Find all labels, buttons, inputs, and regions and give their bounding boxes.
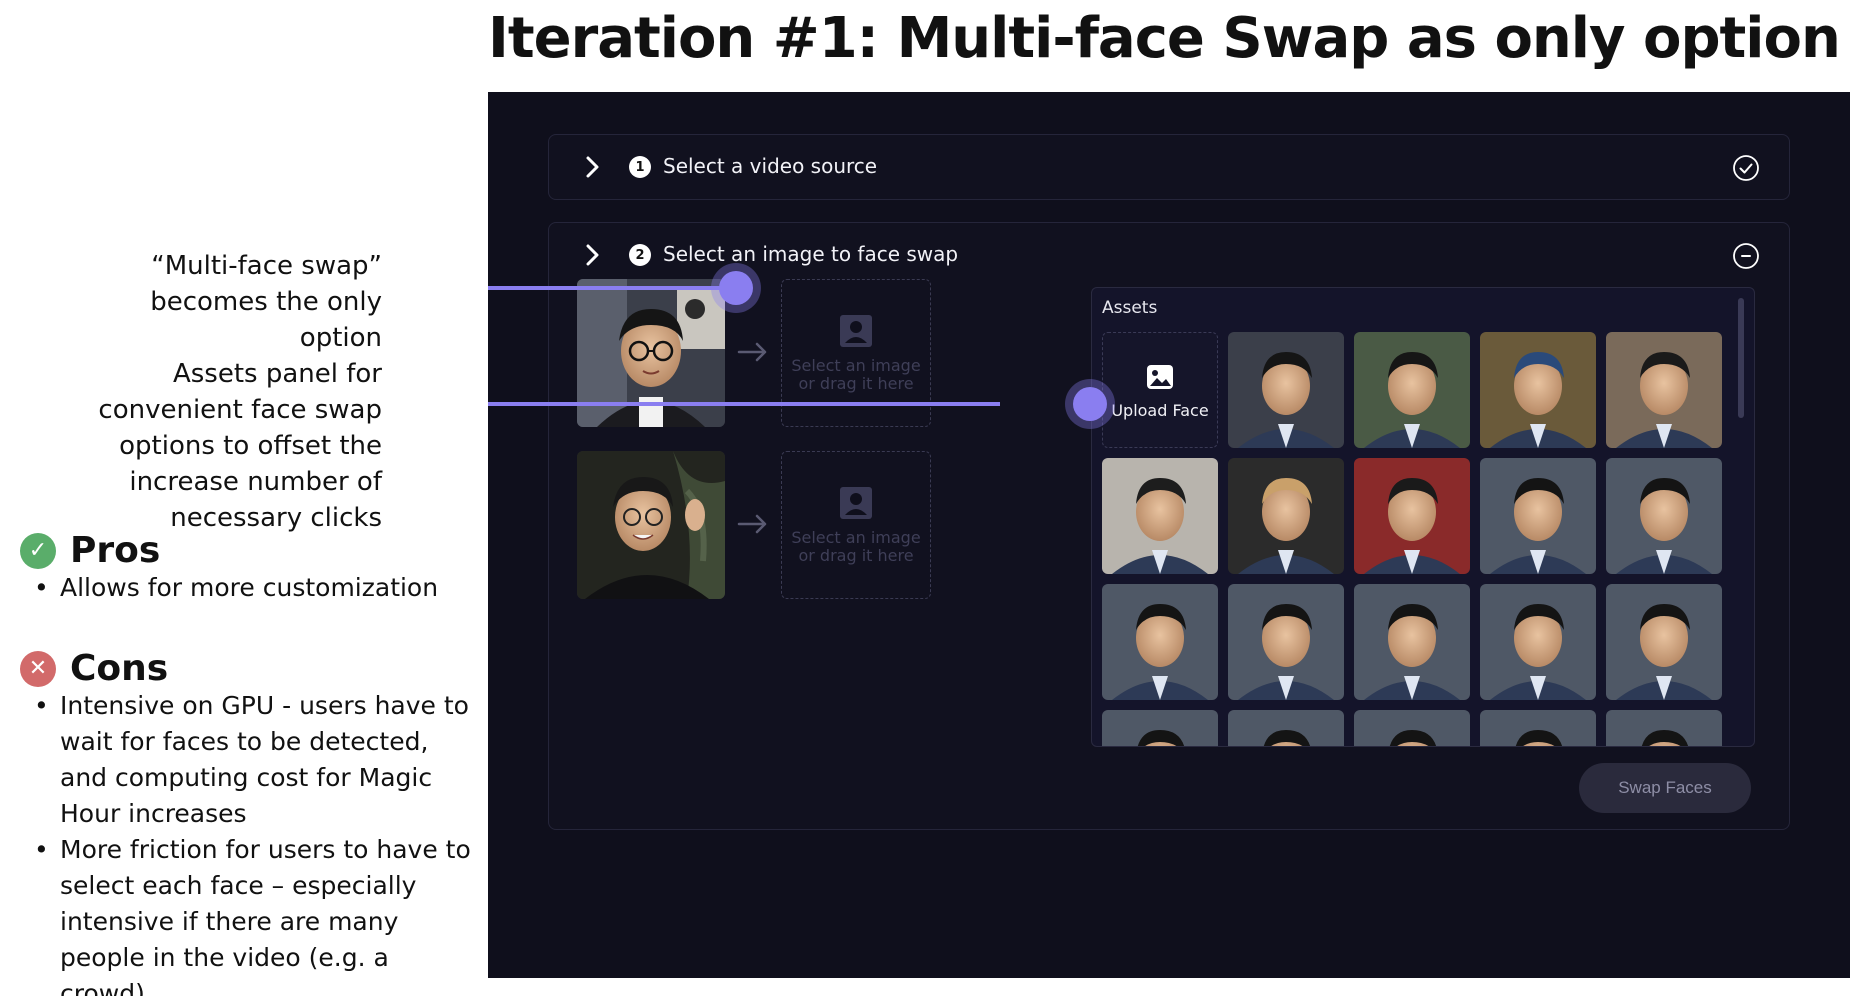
arrow-right-icon [737,514,767,534]
pros-heading: ✓ Pros [20,530,160,571]
step-select-image[interactable]: 2 Select an image to face swap Select an… [548,222,1790,830]
chevron-right-icon[interactable] [577,240,607,270]
asset-face-thumbnail[interactable] [1606,458,1722,574]
asset-face-thumbnail[interactable] [1228,458,1344,574]
detected-face-row: Select an image or drag it here [577,451,937,601]
asset-face-thumbnail[interactable] [1102,710,1218,746]
annotation-marker [1073,387,1107,421]
image-icon [1147,364,1173,389]
assets-title: Assets [1102,298,1158,318]
asset-face-thumbnail[interactable] [1606,332,1722,448]
upload-face-button[interactable]: Upload Face [1102,332,1218,448]
swap-faces-button[interactable]: Swap Faces [1579,763,1751,813]
annotation-assets-panel: Assets panel for convenient face swap op… [98,359,382,533]
check-icon: ✓ [20,532,56,569]
person-icon [840,487,872,519]
annotation-multi-face: “Multi-face swap” becomes the only optio… [150,251,382,353]
pros-item: Allows for more customization [32,570,472,606]
asset-face-thumbnail[interactable] [1480,710,1596,746]
asset-face-thumbnail[interactable] [1480,584,1596,700]
asset-face-thumbnail[interactable] [1606,584,1722,700]
step-number: 1 [629,156,651,178]
dropzone-text: Select an image or drag it here [791,356,921,393]
minus-circle-icon[interactable] [1731,241,1761,271]
assets-panel: Assets Upload Face [1091,287,1755,747]
cons-list: Intensive on GPU - users have to wait fo… [32,688,472,996]
annotation-connector-line [488,402,1000,406]
step-select-video[interactable]: 1 Select a video source [548,134,1790,200]
assets-scrollbar[interactable] [1738,298,1744,418]
x-icon: ✕ [20,650,56,687]
asset-face-thumbnail[interactable] [1102,458,1218,574]
asset-face-thumbnail[interactable] [1354,332,1470,448]
asset-face-thumbnail[interactable] [1606,710,1722,746]
asset-face-thumbnail[interactable] [1228,584,1344,700]
asset-face-thumbnail[interactable] [1228,710,1344,746]
step-header[interactable]: 1 Select a video source [549,135,1789,201]
page-title: Iteration #1: Multi-face Swap as only op… [488,6,1841,71]
cons-title: Cons [70,648,169,689]
cons-item: Intensive on GPU - users have to wait fo… [32,688,472,832]
cons-heading: ✕ Cons [20,648,168,689]
face-image-dropzone[interactable]: Select an image or drag it here [781,451,931,599]
asset-face-thumbnail[interactable] [1354,710,1470,746]
chevron-right-icon[interactable] [577,152,607,182]
person-icon [840,315,872,347]
asset-face-thumbnail[interactable] [1480,332,1596,448]
annotation-connector-line [488,286,734,290]
asset-face-thumbnail[interactable] [1354,458,1470,574]
check-circle-icon [1733,155,1759,181]
cons-item: More friction for users to have to selec… [32,832,472,996]
app-screen: 1 Select a video source 2 Select an imag… [488,92,1850,978]
detected-face-thumbnail [577,451,725,599]
dropzone-text: Select an image or drag it here [791,528,921,565]
asset-face-thumbnail[interactable] [1354,584,1470,700]
step-label: Select an image to face swap [663,242,959,266]
asset-face-thumbnail[interactable] [1102,584,1218,700]
upload-face-label: Upload Face [1111,400,1209,420]
step-number: 2 [629,244,651,266]
pros-title: Pros [70,530,161,571]
asset-face-thumbnail[interactable] [1228,332,1344,448]
annotation-marker [719,271,753,305]
asset-face-thumbnail[interactable] [1480,458,1596,574]
pros-list: Allows for more customization [32,570,472,606]
detected-face-row: Select an image or drag it here [577,279,937,429]
step-label: Select a video source [663,154,878,178]
arrow-right-icon [737,342,767,362]
